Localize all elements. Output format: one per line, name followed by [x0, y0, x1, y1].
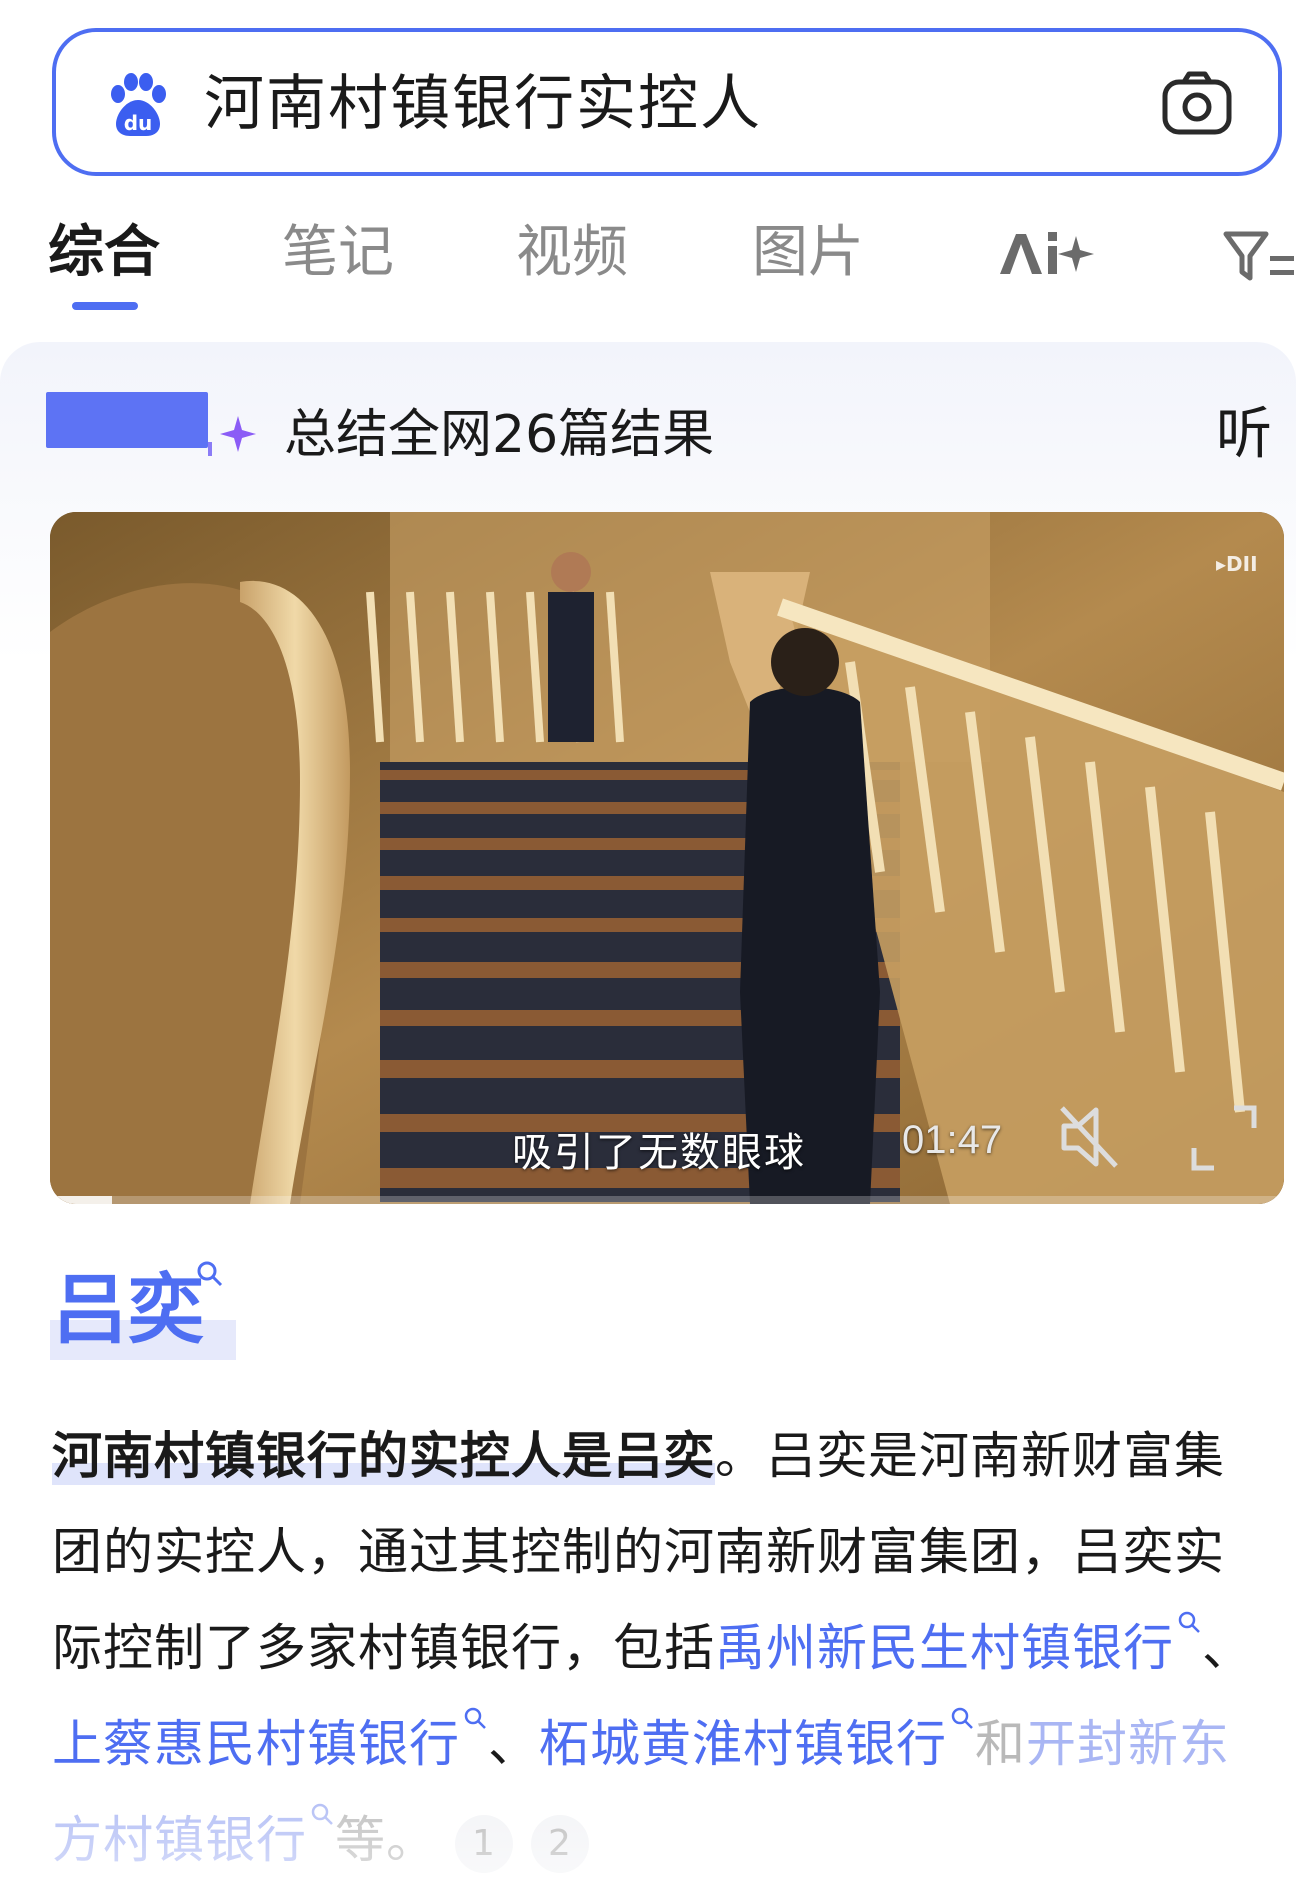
search-small-icon [464, 1707, 486, 1729]
separator: 、 [488, 1715, 539, 1773]
entity-link-shangcai[interactable]: 上蔡惠民村镇银行 [52, 1715, 460, 1773]
tab-videos[interactable]: 视频 [516, 218, 628, 288]
filter-icon[interactable] [1222, 226, 1296, 286]
svg-text:du: du [124, 111, 153, 135]
tab-all[interactable]: 综合 [48, 218, 160, 288]
entity-link-zhecheng[interactable]: 柘城黄淮村镇银行 [539, 1715, 947, 1773]
answer-highlight: 河南村镇银行的实控人是吕奕 [52, 1427, 715, 1485]
tab-notes[interactable]: 笔记 [282, 218, 394, 288]
video-duration: 01:47 [902, 1118, 1003, 1162]
redacted-label [46, 392, 208, 448]
entity-link-yuzhou[interactable]: 禹州新民生村镇银行 [715, 1619, 1174, 1677]
fullscreen-icon[interactable] [1188, 1102, 1260, 1174]
listen-button[interactable]: 听 [1216, 400, 1272, 470]
connector-text: 和 [975, 1715, 1026, 1773]
citation-badge[interactable]: 1 [455, 1814, 513, 1873]
video-frame [50, 512, 1284, 1204]
search-small-icon [1178, 1611, 1200, 1633]
video-player[interactable]: ▸DII 吸引了无数眼球 01:47 [50, 512, 1284, 1204]
ai-plus-icon[interactable] [996, 226, 1096, 282]
search-tabs: 综合 笔记 视频 图片 [0, 210, 1296, 320]
search-small-icon [951, 1707, 973, 1729]
sparkle-icon [208, 416, 256, 456]
baidu-logo-icon: du [111, 73, 166, 136]
answer-paragraph: 河南村镇银行的实控人是吕奕。吕奕是河南新财富集团的实控人，通过其控制的河南新财富… [52, 1408, 1272, 1884]
video-progress-fill [50, 1196, 112, 1204]
video-subtitle: 吸引了无数眼球 [512, 1130, 806, 1176]
search-small-icon [311, 1803, 333, 1825]
separator: 、 [1202, 1619, 1253, 1677]
mute-icon[interactable] [1056, 1102, 1136, 1172]
video-progress-bar[interactable] [50, 1196, 1284, 1204]
search-query[interactable]: 河南村镇银行实控人 [204, 68, 762, 140]
citation-badge[interactable]: 2 [531, 1814, 589, 1873]
search-bar[interactable]: du 河南村镇银行实控人 [52, 28, 1282, 176]
summary-header: 总结全网26篇结果 [284, 405, 715, 465]
camera-icon[interactable] [1160, 66, 1234, 140]
active-tab-indicator [72, 302, 138, 310]
watermark-icon: ▸DII [1216, 552, 1258, 576]
search-small-icon [197, 1261, 223, 1287]
tab-images[interactable]: 图片 [752, 218, 864, 288]
ending-text: 等。 [335, 1811, 437, 1869]
answer-title[interactable]: 吕奕 [52, 1262, 204, 1358]
